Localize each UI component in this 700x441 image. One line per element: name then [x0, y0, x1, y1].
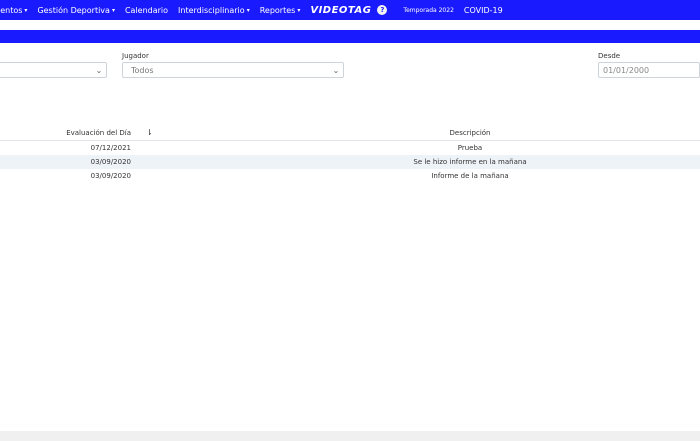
nav-item-label: ientos — [0, 5, 23, 15]
table-header-row: Evaluación del Día ⇂ Descripción — [0, 126, 700, 141]
player-select[interactable]: Todos ⌄ — [122, 62, 344, 78]
column-header-date[interactable]: Evaluación del Día — [66, 126, 131, 140]
table-row[interactable]: 03/09/2020 Informe de la mañana — [0, 169, 700, 183]
nav-item-reportes[interactable]: Reportes ▾ — [260, 6, 301, 15]
videotag-logo[interactable]: VIDEOTAG — [310, 5, 371, 16]
row-description: Informe de la mañana — [431, 172, 509, 180]
caret-down-icon: ▾ — [297, 6, 301, 14]
nav-item-covid[interactable]: COVID-19 — [464, 6, 503, 15]
caret-down-icon: ▾ — [246, 6, 250, 14]
nav-item-interdisciplinario[interactable]: Interdisciplinario ▾ — [178, 6, 250, 15]
since-date-value: 01/01/2000 — [603, 65, 650, 75]
player-select-value: Todos — [131, 65, 154, 75]
since-date-input[interactable]: 01/01/2000 — [598, 62, 700, 78]
row-description: Se le hizo informe en la mañana — [413, 158, 527, 166]
nav-item-entrenamientos[interactable]: ientos ▾ — [0, 6, 27, 15]
since-label: Desde — [598, 52, 621, 60]
row-date: 03/09/2020 — [90, 172, 131, 180]
row-description: Prueba — [457, 144, 483, 152]
caret-down-icon: ▾ — [24, 6, 28, 14]
top-navbar: ientos ▾ Gestión Deportiva ▾ Calendario … — [0, 0, 700, 20]
header-spacer — [0, 20, 700, 30]
page-header-bar — [0, 30, 700, 43]
table-row[interactable]: 07/12/2021 Prueba — [0, 141, 700, 155]
nav-item-label: Interdisciplinario — [178, 5, 245, 15]
row-date: 03/09/2020 — [90, 158, 131, 166]
player-label: Jugador — [122, 52, 149, 60]
nav-item-calendario[interactable]: Calendario — [125, 6, 168, 15]
help-icon[interactable]: ? — [377, 5, 388, 15]
chevron-down-icon: ⌄ — [332, 65, 340, 75]
first-filter-select[interactable]: ⌄ — [0, 62, 107, 78]
evaluations-table: Evaluación del Día ⇂ Descripción 07/12/2… — [0, 126, 700, 183]
nav-item-label: Calendario — [124, 5, 169, 15]
chevron-down-icon: ⌄ — [95, 65, 103, 75]
footer-bar — [0, 431, 700, 441]
table-row[interactable]: 03/09/2020 Se le hizo informe en la maña… — [0, 155, 700, 169]
nav-item-label: Reportes — [259, 5, 296, 15]
sort-icon[interactable]: ⇂ — [146, 126, 153, 140]
caret-down-icon: ▾ — [111, 6, 115, 14]
row-date: 07/12/2021 — [90, 144, 131, 152]
season-selector[interactable]: Temporada 2022 — [403, 7, 453, 14]
column-header-description[interactable]: Descripción — [450, 126, 491, 140]
nav-item-gestion-deportiva[interactable]: Gestión Deportiva ▾ — [37, 6, 115, 15]
nav-item-label: Gestión Deportiva — [37, 5, 110, 15]
